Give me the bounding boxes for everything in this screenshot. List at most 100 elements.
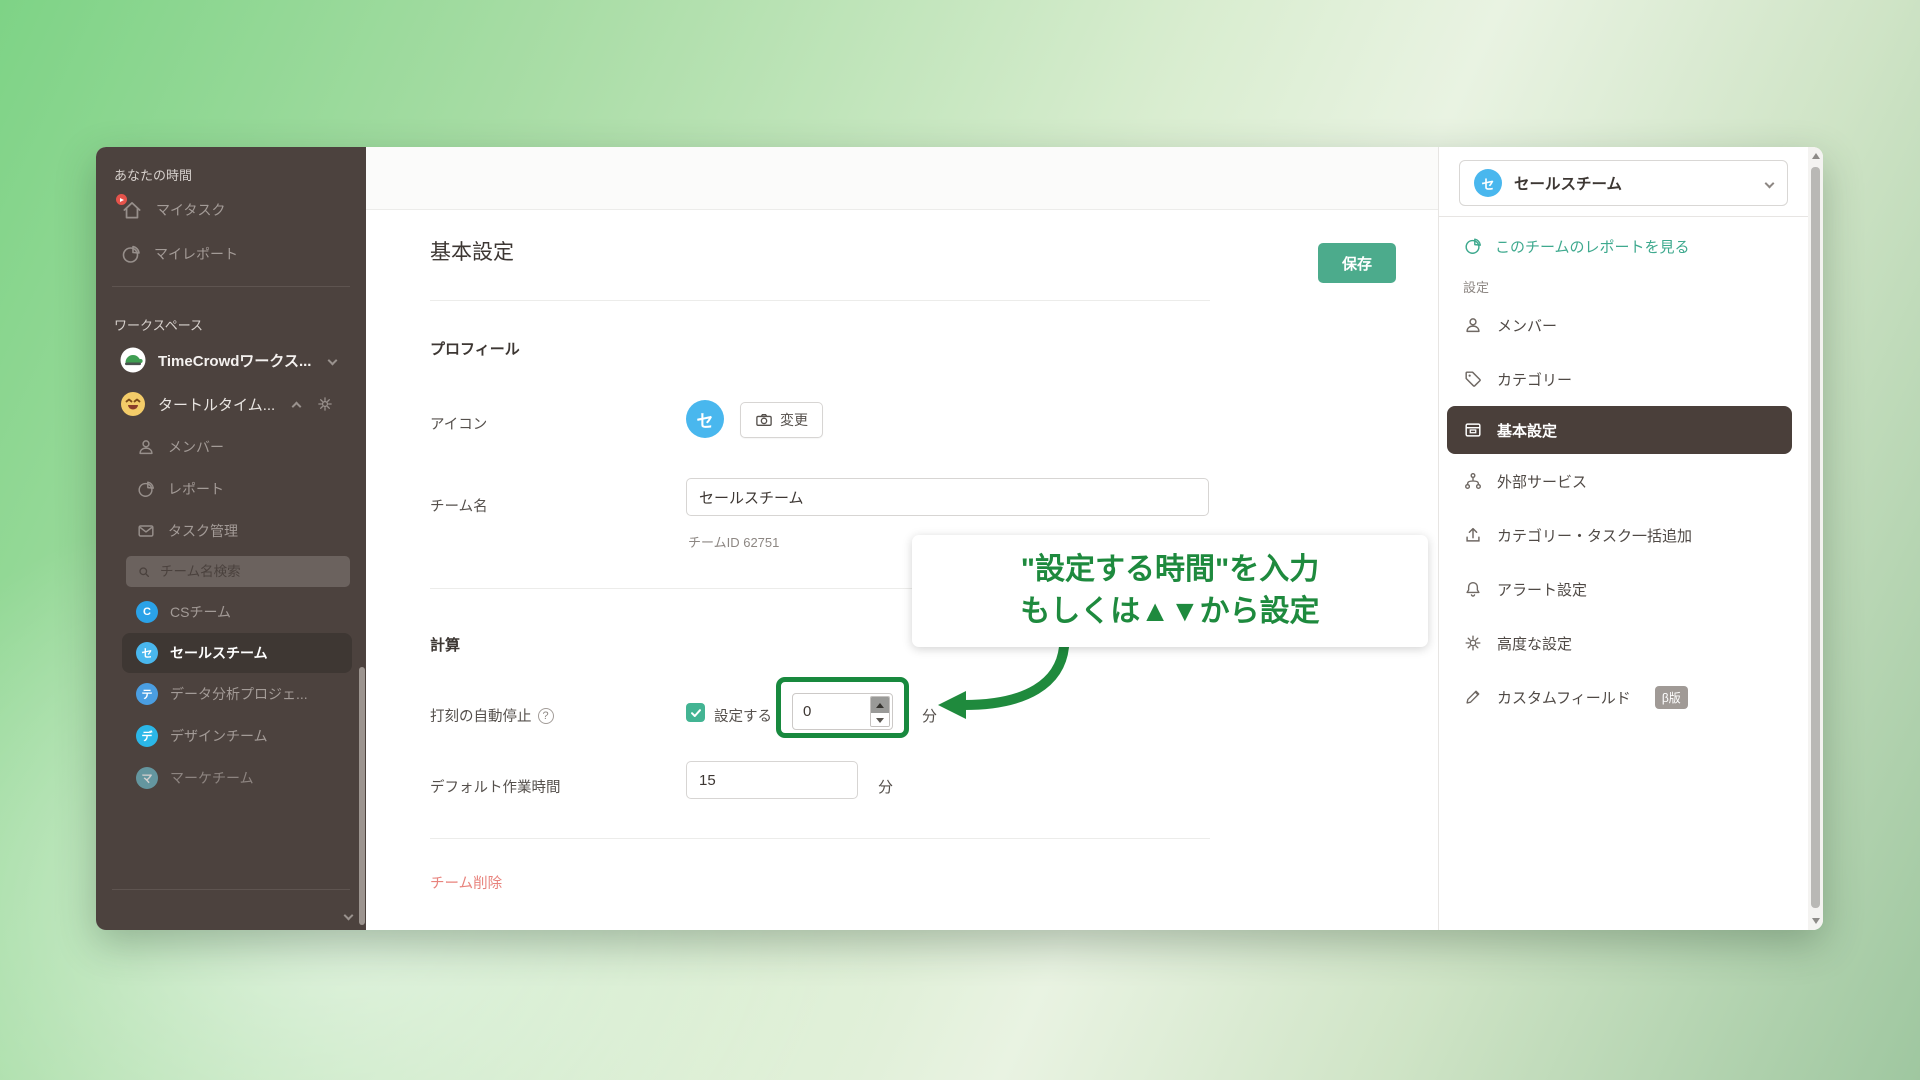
team-avatar: セ [1474,169,1502,197]
team-search-input[interactable] [160,564,310,579]
section-workspace: ワークスペース [114,318,204,333]
icon-field-label: アイコン [430,417,488,433]
pie-chart-icon [136,479,156,499]
calc-section-header: 計算 [430,637,461,654]
stepper-down-icon[interactable] [871,713,889,726]
number-stepper [870,696,890,727]
sidebar-item-my-report[interactable]: マイレポート [96,232,366,276]
settings-item-external-services[interactable]: 外部サービス [1439,454,1808,508]
search-icon [136,564,152,580]
auto-stop-checkbox-label: 設定する [714,709,772,725]
team-avatar: デ [136,725,158,747]
gear-icon [1463,633,1483,653]
team-id-text: チームID 62751 [688,535,780,550]
sidebar-team-sales[interactable]: セ セールスチーム [122,633,352,673]
sidebar-team-design[interactable]: デ デザインチーム [96,715,366,757]
team-search [126,556,350,587]
team-label: デザインチーム [170,728,268,744]
page-title: 基本設定 [430,241,514,264]
pencil-icon [1463,687,1483,707]
settings-item-categories[interactable]: カテゴリー [1439,352,1808,406]
pie-chart-icon [120,243,142,265]
sidebar-team-data-analysis[interactable]: テ データ分析プロジェ... [96,673,366,715]
window-scrollbar[interactable] [1808,147,1823,930]
auto-stop-checkbox[interactable] [686,703,705,722]
scrollbar-down-icon[interactable] [1811,918,1820,924]
settings-item-label: メンバー [1497,317,1558,335]
divider [112,286,350,287]
organization-name: タートルタイム... [158,396,276,414]
team-name-label: チーム名 [430,499,488,515]
house-icon [116,194,144,222]
team-selector-name: セールスチーム [1514,176,1623,193]
team-avatar: C [136,601,158,623]
scrollbar-thumb[interactable] [1811,167,1820,908]
settings-item-basic-settings[interactable]: 基本設定 [1447,406,1792,454]
sidebar-item-label: レポート [168,481,224,497]
annotation-highlight-box [776,677,909,738]
team-name-input[interactable] [686,478,1209,516]
sidebar-scrollbar-thumb[interactable] [359,667,365,925]
sidebar-item-task-manage[interactable]: タスク管理 [96,510,366,552]
sidebar-item-my-task[interactable]: マイタスク [96,188,366,232]
delete-team-link[interactable]: チーム削除 [430,872,502,893]
sidebar-item-label: メンバー [168,439,224,455]
team-selector[interactable]: セ セールスチーム [1459,160,1788,206]
auto-stop-label-text: 打刻の自動停止 [430,709,532,725]
settings-item-bulk-add[interactable]: カテゴリー・タスク一括追加 [1439,508,1808,562]
gear-icon[interactable] [316,395,334,413]
settings-item-label: カスタムフィールド [1497,689,1631,707]
team-report-link[interactable]: このチームのレポートを見る [1439,221,1808,271]
team-label: マーケチーム [170,770,254,786]
beta-badge: β版 [1654,685,1688,709]
team-report-link-label: このチームのレポートを見る [1495,238,1690,256]
settings-header: 設定 [1463,280,1490,295]
save-button[interactable]: 保存 [1318,243,1396,283]
sidebar-team-marketing[interactable]: マ マーケチーム [96,757,366,799]
sidebar-item-label: マイタスク [156,202,226,218]
org-emoji-icon [120,391,146,417]
default-time-label: デフォルト作業時間 [430,780,561,796]
divider [112,889,350,890]
scrollbar-up-icon[interactable] [1811,153,1820,159]
main-body: 基本設定 保存 プロフィール アイコン セ 変更 チーム名 チームID 6275… [366,210,1438,930]
main-panel: 基本設定 保存 プロフィール アイコン セ 変更 チーム名 チームID 6275… [366,147,1438,930]
app-window: あなたの時間 マイタスク マイレポート ワークスペース TimeCrowdワーク… [96,147,1823,930]
callout-line1: "設定する時間"を入力 [1020,553,1320,586]
team-avatar: セ [686,400,724,438]
chevron-down-icon[interactable] [343,910,354,920]
team-label: セールスチーム [170,645,268,661]
person-icon [136,437,156,457]
settings-item-custom-fields[interactable]: カスタムフィールド β版 [1439,670,1808,724]
card-icon [1463,420,1483,440]
settings-item-members[interactable]: メンバー [1439,298,1808,352]
stepper-up-icon[interactable] [871,697,889,713]
right-sidebar: セ セールスチーム このチームのレポートを見る 設定 メンバー カテゴリー 基本… [1438,147,1808,930]
settings-item-label: 外部サービス [1497,473,1588,491]
sidebar-item-report[interactable]: レポート [96,468,366,510]
chevron-down-icon [328,355,338,365]
annotation-callout: "設定する時間"を入力 もしくは▲▼から設定 [912,535,1428,647]
auto-stop-label: 打刻の自動停止 ? [430,705,554,726]
sidebar-team-cs[interactable]: C CSチーム [96,591,366,633]
settings-item-label: 基本設定 [1497,422,1558,440]
change-icon-button[interactable]: 変更 [740,402,823,438]
team-label: データ分析プロジェ... [170,686,308,702]
sidebar-item-members[interactable]: メンバー [96,426,366,468]
default-time-input[interactable] [686,761,858,799]
team-avatar: テ [136,683,158,705]
settings-item-advanced[interactable]: 高度な設定 [1439,616,1808,670]
sidebar-item-organization[interactable]: タートルタイム... [96,382,366,426]
settings-item-label: カテゴリー・タスク一括追加 [1497,527,1693,545]
timecrowd-logo-icon [120,347,146,373]
sidebar-item-workspace[interactable]: TimeCrowdワークス... [96,338,366,382]
recording-play-badge-icon [116,194,127,205]
sidebar-footer [96,879,366,930]
person-icon [1463,315,1483,335]
help-icon[interactable]: ? [537,707,554,724]
settings-item-alerts[interactable]: アラート設定 [1439,562,1808,616]
settings-item-label: アラート設定 [1497,581,1588,599]
divider [430,300,1210,301]
left-sidebar: あなたの時間 マイタスク マイレポート ワークスペース TimeCrowdワーク… [96,147,366,930]
profile-section-header: プロフィール [430,341,520,358]
